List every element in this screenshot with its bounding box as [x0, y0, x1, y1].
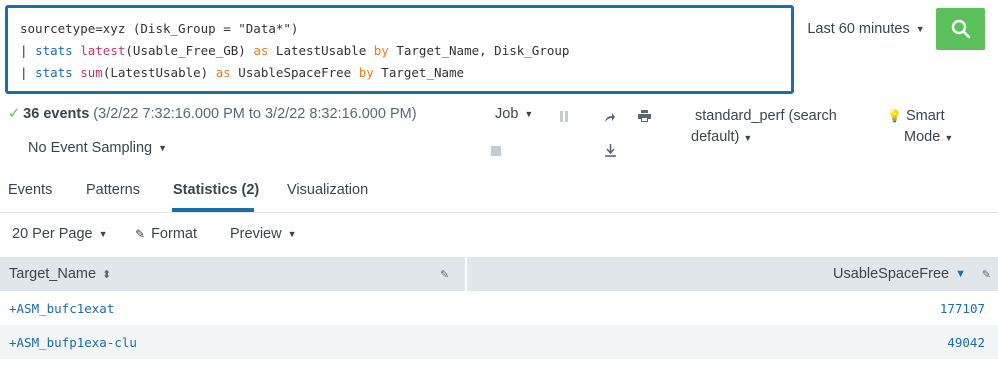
tab-visualization[interactable]: Visualization — [287, 182, 368, 198]
query-token: as — [215, 65, 231, 80]
sort-icon[interactable]: ⬍ — [102, 268, 111, 281]
search-mode-line1: Smart — [905, 108, 945, 124]
chevron-down-icon: ▼ — [944, 133, 954, 143]
search-button[interactable] — [936, 8, 985, 50]
query-token: stats — [35, 65, 73, 80]
usable-space-free-cell[interactable]: 49042 — [947, 325, 985, 359]
preview-dropdown[interactable]: Preview ▼ — [230, 226, 297, 242]
chevron-down-icon: ▼ — [158, 143, 168, 153]
pause-icon[interactable] — [557, 109, 571, 123]
preview-label: Preview — [230, 226, 282, 242]
query-token: | — [20, 43, 36, 58]
chevron-down-icon: ▼ — [524, 109, 534, 119]
chevron-down-icon: ▼ — [915, 24, 925, 34]
tab-statistics[interactable]: Statistics (2) — [173, 182, 259, 198]
event-sampling-dropdown[interactable]: No Event Sampling ▼ — [28, 140, 167, 156]
target-name-cell[interactable]: +ASM_bufp1exa-clu — [9, 325, 137, 359]
statistics-table: Target_Name ⬍ ✎ UsableSpaceFree ▼ ✎ +ASM… — [0, 257, 998, 359]
tab-events[interactable]: Events — [8, 182, 52, 198]
magnifier-icon — [951, 19, 970, 39]
event-count: 36 events — [23, 106, 90, 122]
target-name-cell[interactable]: +ASM_bufc1exat — [9, 291, 114, 325]
share-icon[interactable] — [603, 110, 617, 124]
bulb-icon: 💡 — [887, 109, 902, 123]
pencil-icon: ✎ — [135, 227, 146, 241]
time-range-picker[interactable]: Last 60 minutes ▼ — [796, 8, 936, 50]
chevron-down-icon: ▼ — [98, 229, 108, 239]
event-sampling-label: No Event Sampling — [28, 140, 153, 156]
event-time-span: (3/2/22 7:32:16.000 PM to 3/2/22 8:32:16… — [93, 106, 417, 122]
job-label: Job — [495, 106, 519, 122]
query-token: (LatestUsable) — [102, 65, 216, 80]
app-context-dropdown[interactable]: standard_perf (search default) ▼ — [691, 106, 861, 149]
query-token: by — [358, 65, 374, 80]
event-summary: ✓ 36 events (3/2/22 7:32:16.000 PM to 3/2… — [8, 106, 417, 122]
table-row: +ASM_bufp1exa-clu 49042 — [0, 325, 998, 359]
query-line-3: | stats sum(LatestUsable) as UsableSpace… — [20, 62, 791, 84]
per-page-dropdown[interactable]: 20 Per Page ▼ — [12, 226, 108, 242]
chevron-down-icon: ▼ — [287, 229, 297, 239]
query-token: (Usable_Free_GB) — [125, 43, 254, 58]
print-icon[interactable] — [637, 109, 651, 123]
column-divider — [465, 257, 467, 291]
table-row: +ASM_bufc1exat 177107 — [0, 291, 998, 325]
search-mode-dropdown[interactable]: 💡 Smart Mode ▼ — [887, 106, 987, 149]
usable-space-free-cell[interactable]: 177107 — [940, 291, 985, 325]
sort-descending-icon[interactable]: ▼ — [955, 268, 966, 280]
edit-column-icon[interactable]: ✎ — [440, 257, 449, 291]
results-tabs: Events Patterns Statistics (2) Visualiza… — [0, 170, 998, 213]
query-token: sourcetype=xyz (Disk_Group = "Data*") — [20, 21, 299, 36]
app-context-line2: default) — [691, 129, 740, 145]
results-toolbar: 20 Per Page ▼ ✎ Format Preview ▼ — [0, 213, 998, 257]
search-query-input[interactable]: sourcetype=xyz (Disk_Group = "Data*") | … — [5, 5, 794, 94]
query-token: sum — [80, 65, 103, 80]
query-token: by — [373, 43, 389, 58]
check-icon: ✓ — [8, 106, 21, 122]
format-label: Format — [151, 226, 197, 242]
query-token: Target_Name, Disk_Group — [388, 43, 570, 58]
query-line-1: sourcetype=xyz (Disk_Group = "Data*") — [20, 18, 791, 40]
edit-column-icon[interactable]: ✎ — [982, 257, 991, 291]
query-token: stats — [35, 43, 73, 58]
active-tab-indicator — [172, 208, 254, 212]
column-header-usable-space-free[interactable]: UsableSpaceFree ▼ — [833, 257, 966, 291]
query-token: | — [20, 65, 36, 80]
query-token: Target_Name — [373, 65, 465, 80]
table-header: Target_Name ⬍ ✎ UsableSpaceFree ▼ ✎ — [0, 257, 998, 291]
per-page-label: 20 Per Page — [12, 226, 93, 242]
app-context-line1: standard_perf (search — [695, 108, 837, 124]
search-mode-line2: Mode — [904, 129, 941, 145]
column-header-target-name[interactable]: Target_Name ⬍ — [9, 257, 111, 291]
stop-icon[interactable] — [489, 144, 503, 158]
query-token: LatestUsable — [268, 43, 374, 58]
query-token: as — [253, 43, 269, 58]
query-line-2: | stats latest(Usable_Free_GB) as Latest… — [20, 40, 791, 62]
query-token: latest — [80, 43, 126, 58]
time-range-label: Last 60 minutes — [807, 21, 910, 37]
job-menu[interactable]: Job ▼ — [495, 106, 533, 122]
export-download-icon[interactable] — [603, 143, 617, 157]
query-token: UsableSpaceFree — [230, 65, 359, 80]
format-button[interactable]: ✎ Format — [135, 226, 197, 242]
chevron-down-icon: ▼ — [743, 133, 753, 143]
tab-patterns[interactable]: Patterns — [86, 182, 140, 198]
